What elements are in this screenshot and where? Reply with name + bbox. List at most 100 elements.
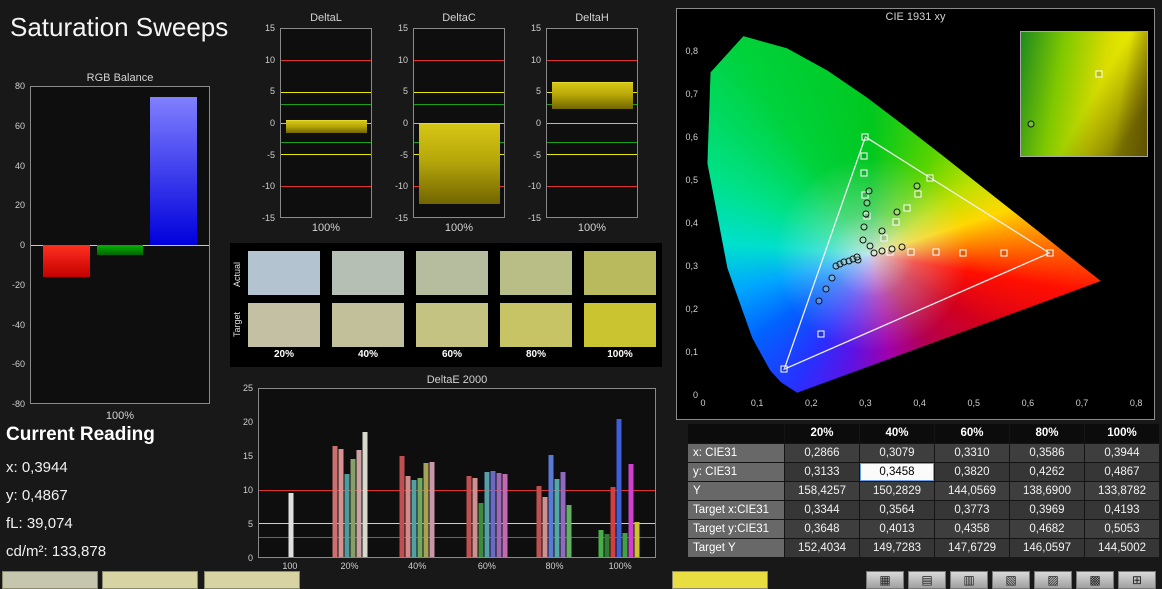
delta-bar	[285, 120, 367, 134]
reference-line	[259, 489, 655, 491]
table-cell[interactable]: 0,3648	[785, 520, 859, 538]
table-cell[interactable]: 0,3079	[860, 444, 934, 462]
delta-chart-yaxis: 15 10 5 0 -5 -10 -15	[524, 23, 544, 223]
layout-button[interactable]: ▤	[908, 571, 946, 589]
delta-chart-title: DeltaL	[310, 12, 342, 24]
taskbar-tab[interactable]	[204, 571, 300, 589]
table-cell[interactable]: 0,4262	[1010, 463, 1084, 481]
deltae-bar	[554, 479, 560, 557]
deltae-bar	[405, 475, 411, 557]
axis-tick-label: 0	[700, 398, 706, 408]
bar-group	[466, 389, 508, 557]
reading-line: cd/m²: 133,878	[6, 543, 107, 560]
target-swatch	[500, 303, 572, 347]
color-swatch-panel: Actual Target 20% 40% 60% 80% 100%	[230, 243, 662, 367]
zero-line	[547, 123, 637, 124]
bar-group	[598, 389, 640, 557]
target-swatch	[416, 303, 488, 347]
table-cell[interactable]: 144,5002	[1085, 539, 1159, 557]
deltae-bar	[423, 462, 429, 557]
layout-button[interactable]: ▨	[1034, 571, 1072, 589]
rgb-balance-title: RGB Balance	[86, 72, 154, 84]
taskbar-tab[interactable]	[2, 571, 98, 589]
bar-group	[536, 389, 572, 557]
cie-inset-zoom	[1020, 31, 1148, 157]
table-cell[interactable]: 0,5053	[1085, 520, 1159, 538]
table-cell[interactable]: 0,4867	[1085, 463, 1159, 481]
table-cell[interactable]: 149,7283	[860, 539, 934, 557]
table-cell[interactable]: 0,3944	[1085, 444, 1159, 462]
reference-line	[259, 523, 655, 525]
table-cell[interactable]: 0,4358	[935, 520, 1009, 538]
reading-line: x: 0,3944	[6, 459, 68, 476]
axis-tick-label: 0,8	[685, 45, 698, 56]
reference-line	[281, 154, 371, 156]
axis-tick-label: 0	[269, 118, 275, 128]
deltae-chart: DeltaE 2000 25 20 15 10 5 0 100 20% 40% 60% 80% 10…	[230, 374, 662, 574]
target-swatch	[584, 303, 656, 347]
deltae-bar	[338, 448, 344, 557]
target-point	[780, 365, 788, 373]
deltae-bar	[566, 504, 572, 557]
layout-button[interactable]: ▥	[950, 571, 988, 589]
swatch-column-label: 80%	[525, 349, 546, 360]
axis-tick-label: -80	[11, 399, 25, 409]
bar-group	[399, 389, 435, 557]
table-cell[interactable]: 0,3586	[1010, 444, 1084, 462]
rgb-balance-yaxis: 80 60 40 20 0 -20 -40 -60 -80	[4, 81, 28, 409]
layout-button[interactable]: ▧	[992, 571, 1030, 589]
measured-point	[828, 274, 836, 282]
bar-group	[288, 389, 294, 557]
table-row-label: Target y:CIE31	[688, 520, 784, 538]
taskbar-tab[interactable]	[102, 571, 198, 589]
table-cell[interactable]: 0,3773	[935, 501, 1009, 519]
layout-button[interactable]: ▦	[866, 571, 904, 589]
table-cell[interactable]: 0,4193	[1085, 501, 1159, 519]
axis-tick-label: -10	[394, 181, 408, 192]
table-cell[interactable]: 0,3310	[935, 444, 1009, 462]
taskbar-tab[interactable]	[672, 571, 768, 589]
axis-tick-label: 15	[242, 451, 253, 461]
table-cell[interactable]: 0,4013	[860, 520, 934, 538]
layout-button[interactable]: ▩	[1076, 571, 1114, 589]
table-cell[interactable]: 0,2866	[785, 444, 859, 462]
axis-tick-label: 20	[242, 417, 253, 427]
table-cell[interactable]: 146,0597	[1010, 539, 1084, 557]
delta-chart-1: DeltaL 15 10 5 0 -5 -10 -15 100%	[258, 12, 390, 240]
reference-line	[414, 104, 504, 106]
table-cell[interactable]: 144,0569	[935, 482, 1009, 500]
layout-button[interactable]: ⊞	[1118, 571, 1156, 589]
table-cell[interactable]: 138,6900	[1010, 482, 1084, 500]
table-cell[interactable]: 0,3820	[935, 463, 1009, 481]
table-row-label: Target x:CIE31	[688, 501, 784, 519]
axis-tick-label: -5	[532, 149, 541, 160]
table-cell[interactable]: 133,8782	[1085, 482, 1159, 500]
table-cell[interactable]: 0,3564	[860, 501, 934, 519]
table-cell[interactable]: 147,6729	[935, 539, 1009, 557]
table-cell[interactable]: 0,3969	[1010, 501, 1084, 519]
table-cell[interactable]: 0,3458	[860, 463, 934, 481]
deltae-bar	[362, 432, 368, 557]
table-cell[interactable]: 150,2829	[860, 482, 934, 500]
target-point	[860, 152, 868, 160]
measurement-table: 20% 40% 60% 80% 100% x: CIE31 0,2866 0,3079 0,33…	[688, 424, 1159, 557]
rgb-bar-blue	[150, 96, 197, 245]
reference-line	[414, 91, 504, 93]
deltae-bar	[604, 534, 610, 557]
axis-tick-label: 0,1	[750, 398, 764, 408]
axis-tick-label: 0,2	[685, 303, 698, 314]
reference-line	[281, 185, 371, 187]
table-cell[interactable]: 0,4682	[1010, 520, 1084, 538]
target-point	[860, 169, 868, 177]
table-header-cell: 40%	[860, 424, 934, 443]
table-cell[interactable]: 0,3344	[785, 501, 859, 519]
target-point	[1046, 249, 1054, 257]
table-cell[interactable]: 158,4257	[785, 482, 859, 500]
axis-tick-label: -15	[261, 213, 275, 223]
taskbar: ▦ ▤ ▥ ▧ ▨ ▩ ⊞	[0, 570, 1162, 589]
table-cell[interactable]: 152,4034	[785, 539, 859, 557]
rgb-bar-green	[96, 245, 144, 255]
bar-group	[332, 389, 368, 557]
swatch-row-label: Target	[232, 311, 242, 337]
table-cell[interactable]: 0,3133	[785, 463, 859, 481]
